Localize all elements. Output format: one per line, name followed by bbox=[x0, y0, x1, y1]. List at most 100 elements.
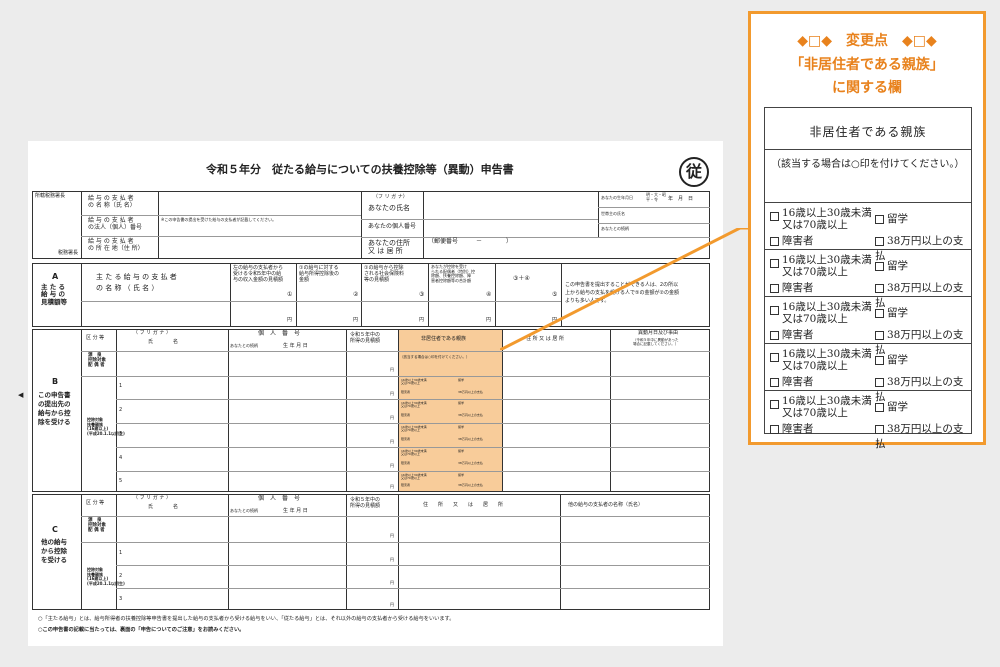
payer-address-label: 給 与 の 支 払 者 の 所 在 地（住 所） bbox=[88, 238, 144, 252]
your-address-label: あなたの住所 又 は 居 所 bbox=[368, 239, 410, 256]
section-c-furigana: （ フ リ ガ ナ ） bbox=[133, 495, 171, 501]
change-callout: ◆□◆ 変更点 ◆□◆ 「非居住者である親族」 に関する欄 非居住者である親族 … bbox=[748, 11, 986, 450]
checkbox[interactable] bbox=[770, 236, 779, 246]
section-c-yen-1: 円 bbox=[390, 533, 394, 538]
checkbox[interactable] bbox=[770, 424, 779, 434]
ymd-label: 年 月 日 bbox=[668, 196, 694, 202]
section-a-col3: ①の給与に対する 給与所得控除後の 金額 bbox=[299, 265, 340, 283]
section-a-yen-4: 円 bbox=[486, 317, 492, 323]
section-b-seinen: 生 年 月 日 bbox=[283, 343, 308, 349]
section-c-letter: C bbox=[52, 525, 58, 534]
section-c-jusho: 住 所 又 は 居 所 bbox=[423, 502, 504, 508]
zoom-row-1: 16歳以上30歳未満 又は70歳以上 留学 障害者 38万円以上の支払 bbox=[765, 202, 971, 262]
checkbox[interactable] bbox=[770, 306, 779, 315]
checkbox[interactable] bbox=[770, 283, 779, 293]
section-a-col5-num: ④ bbox=[486, 291, 492, 298]
section-a-name: 主 た る 給 与 の 見積額等 bbox=[41, 283, 67, 306]
section-c bbox=[32, 494, 710, 610]
section-b-hikyoju: 非居住者である親族 bbox=[421, 336, 466, 342]
tax-form-paper: 令和５年分 従たる給与についての扶養控除等（異動）申告書 従 所轄税務署長 税務… bbox=[18, 141, 723, 646]
mini-check-4b: 留学 bbox=[458, 449, 465, 453]
mini-check-3a: 16歳以上30歳未満 又は70歳以上 bbox=[401, 425, 427, 433]
section-b-kojin: 個 人 番 号 bbox=[258, 330, 301, 337]
mini-check-4c: 障害者 bbox=[401, 461, 411, 465]
checkbox[interactable] bbox=[875, 330, 884, 340]
section-b-yen-6: 円 bbox=[390, 484, 394, 489]
form-title: 令和５年分 従たる給与についての扶養控除等（異動）申告書 bbox=[206, 163, 514, 176]
section-b-row-3: 3 bbox=[119, 431, 123, 437]
section-c-yen-3: 円 bbox=[390, 580, 394, 585]
zoom-row-5: 16歳以上30歳未満 又は70歳以上 留学 障害者 38万円以上の支払 bbox=[765, 390, 971, 450]
section-b-yen-5: 円 bbox=[390, 463, 394, 468]
mini-check-5d: 38万円以上の支払 bbox=[458, 483, 483, 487]
checkbox[interactable] bbox=[875, 283, 884, 293]
section-c-shimei: 氏 名 bbox=[148, 504, 179, 510]
section-c-row-2: 2 bbox=[119, 573, 123, 579]
section-b-yen-4: 円 bbox=[390, 439, 394, 444]
checkbox[interactable] bbox=[770, 400, 779, 409]
checkbox[interactable] bbox=[875, 214, 884, 224]
mini-check-4a: 16歳以上30歳未満 又は70歳以上 bbox=[401, 449, 427, 457]
checkbox[interactable] bbox=[770, 330, 779, 340]
section-b-marker: ◀ bbox=[18, 391, 24, 399]
section-a-yen-1: 円 bbox=[287, 317, 293, 323]
section-b-yen-2: 円 bbox=[390, 391, 394, 396]
footer-note-2: ○この申告書の記載に当たっては、裏面の「申告についてのご注意」をお読みください。 bbox=[38, 627, 245, 633]
section-c-gensen: 源 泉 控除対象 配 偶 者 bbox=[88, 518, 106, 534]
office-suffix: 税務署長 bbox=[58, 250, 79, 256]
mini-check-5b: 留学 bbox=[458, 473, 465, 477]
section-a-col4: ①の給与から控除 される社会保険料 等の見積額 bbox=[364, 265, 405, 283]
mini-check-3c: 障害者 bbox=[401, 437, 411, 441]
checkbox[interactable] bbox=[770, 353, 779, 362]
mini-check-3b: 留学 bbox=[458, 425, 465, 429]
checkbox[interactable] bbox=[875, 424, 884, 434]
mini-check-2b: 留学 bbox=[458, 401, 465, 405]
household-label: 世帯主の氏名 bbox=[601, 211, 625, 216]
mini-check-2a: 16歳以上30歳未満 又は70歳以上 bbox=[401, 401, 427, 409]
office-label: 所轄税務署長 bbox=[35, 193, 66, 199]
checkbox[interactable] bbox=[875, 261, 884, 271]
section-b-row-5: 5 bbox=[119, 478, 123, 484]
checkbox[interactable] bbox=[770, 377, 779, 387]
mini-check-1a: 16歳以上30歳未満 又は70歳以上 bbox=[401, 378, 427, 386]
mini-check-1d: 38万円以上の支払 bbox=[458, 390, 483, 394]
checkbox[interactable] bbox=[875, 402, 884, 412]
mini-check-5a: 16歳以上30歳未満 又は70歳以上 bbox=[401, 473, 427, 481]
your-name-label: あなたの氏名 bbox=[368, 204, 410, 212]
checkbox[interactable] bbox=[770, 212, 779, 221]
section-c-seinen: 生 年 月 日 bbox=[283, 508, 308, 514]
section-c-kubun: 区 分 等 bbox=[86, 500, 105, 506]
checkbox[interactable] bbox=[875, 377, 884, 387]
section-b-gensen: 源 泉 控除対象 配 偶 者 bbox=[88, 353, 106, 369]
callout-line-2: 「非居住者である親族」 bbox=[790, 57, 944, 73]
furigana-label: （フ リ ガ ナ） bbox=[373, 194, 408, 200]
section-c-yen-2: 円 bbox=[390, 557, 394, 562]
mini-check-1b: 留学 bbox=[458, 378, 465, 382]
section-b bbox=[32, 329, 710, 492]
callout-connector bbox=[500, 228, 752, 350]
section-b-row-2: 2 bbox=[119, 407, 123, 413]
section-c-yen-4: 円 bbox=[390, 602, 394, 607]
zoom-box: 非居住者である親族 （該当する場合は○印を付けてください。） 16歳以上30歳未… bbox=[764, 107, 972, 450]
callout-line-1: ◆□◆ 変更点 ◆□◆ bbox=[797, 33, 937, 49]
mini-check-1c: 障害者 bbox=[401, 390, 411, 394]
payer-number-note: ※この申告書の提出を受けた給与の支払者が記載してください。 bbox=[161, 217, 277, 222]
section-a-col2-num: ① bbox=[287, 291, 293, 298]
zoom-note: （該当する場合は○印を付けてください。） bbox=[771, 159, 965, 170]
jyu-mark: 従 bbox=[679, 157, 709, 187]
mini-check-2c: 障害者 bbox=[401, 413, 411, 417]
checkbox[interactable] bbox=[770, 259, 779, 268]
checkbox[interactable] bbox=[875, 355, 884, 365]
checkbox[interactable] bbox=[875, 308, 884, 318]
section-a-yen-3: 円 bbox=[419, 317, 425, 323]
section-c-anata: あなたとの続柄 bbox=[230, 508, 258, 513]
section-b-shimei: 氏 名 bbox=[148, 339, 179, 345]
payer-name-label: 給 与 の 支 払 者 の 名 称（氏 名） bbox=[88, 195, 136, 209]
mini-check-2d: 38万円以上の支払 bbox=[458, 413, 483, 417]
section-b-row-4: 4 bbox=[119, 455, 123, 461]
section-b-row-1: 1 bbox=[119, 383, 123, 389]
checkbox[interactable] bbox=[875, 236, 884, 246]
section-b-anata: あなたとの続柄 bbox=[230, 343, 258, 348]
section-c-name: 他の給与 から控除 を受ける bbox=[41, 538, 67, 565]
section-b-yen-3: 円 bbox=[390, 415, 394, 420]
